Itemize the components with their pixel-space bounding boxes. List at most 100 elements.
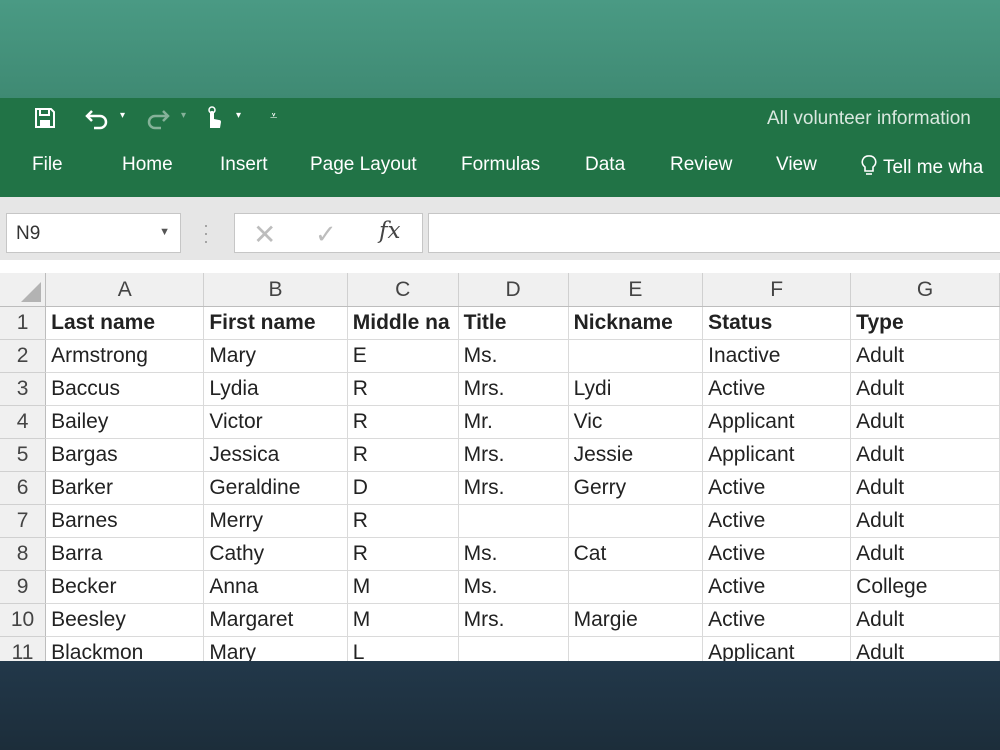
cell[interactable]: R [347,537,459,571]
cell[interactable]: Ms. [458,339,569,373]
cell[interactable]: Applicant [702,636,852,661]
cell[interactable]: Last name [45,306,205,340]
cell[interactable] [568,636,704,661]
redo-icon[interactable] [145,106,171,135]
cell[interactable]: Barker [45,471,205,505]
cell[interactable]: Nickname [568,306,704,340]
touch-mode-icon[interactable] [202,106,224,135]
touch-mode-dropdown-icon[interactable]: ▾ [236,110,241,121]
cell[interactable]: Blackmon [45,636,205,661]
cell[interactable]: Mary [203,339,348,373]
cell[interactable]: College [850,570,1000,604]
cell[interactable]: Geraldine [203,471,348,505]
cell[interactable]: Cat [568,537,704,571]
cell[interactable]: Status [702,306,852,340]
row-header[interactable]: 8 [0,537,47,571]
cell[interactable]: Adult [850,471,1000,505]
cell[interactable]: Mrs. [458,438,569,472]
cell[interactable]: Jessica [203,438,348,472]
tab-view[interactable]: View [776,154,817,176]
cell[interactable]: M [347,570,459,604]
column-header-e[interactable]: E [568,273,704,307]
row-header[interactable]: 9 [0,570,47,604]
cell[interactable]: Inactive [702,339,852,373]
formula-bar-grip-icon[interactable]: · · · [203,216,209,250]
cell[interactable]: Active [702,537,852,571]
row-header[interactable]: 1 [0,306,47,340]
cell[interactable]: Margaret [203,603,348,637]
cell[interactable]: Mary [203,636,348,661]
column-header-f[interactable]: F [702,273,852,307]
cell[interactable]: Middle na [347,306,459,340]
row-header[interactable]: 5 [0,438,47,472]
tab-insert[interactable]: Insert [220,154,268,176]
cell[interactable]: Gerry [568,471,704,505]
row-header[interactable]: 2 [0,339,47,373]
cell[interactable]: Adult [850,537,1000,571]
row-header[interactable]: 7 [0,504,47,538]
cell[interactable]: R [347,405,459,439]
cell[interactable]: Ms. [458,537,569,571]
cell[interactable]: Active [702,504,852,538]
cell[interactable] [568,570,704,604]
cancel-icon[interactable]: ✕ [253,218,276,251]
enter-icon[interactable]: ✓ [315,219,337,250]
formula-input[interactable] [428,213,1000,253]
row-header[interactable]: 11 [0,636,47,661]
tab-review[interactable]: Review [670,154,732,176]
select-all-button[interactable] [0,273,47,307]
insert-function-icon[interactable]: fx [379,218,400,244]
save-icon[interactable] [33,106,57,135]
cell[interactable]: Lydia [203,372,348,406]
cell[interactable]: Active [702,603,852,637]
cell[interactable] [568,504,704,538]
cell[interactable]: Type [850,306,1000,340]
cell[interactable]: Anna [203,570,348,604]
chevron-down-icon[interactable]: ▼ [159,226,170,238]
cell[interactable]: Lydi [568,372,704,406]
tab-data[interactable]: Data [585,154,625,176]
cell[interactable]: Barra [45,537,205,571]
cell[interactable] [568,339,704,373]
cell[interactable]: Barnes [45,504,205,538]
cell[interactable]: E [347,339,459,373]
cell[interactable]: L [347,636,459,661]
cell[interactable] [458,504,569,538]
cell[interactable]: Adult [850,372,1000,406]
cell[interactable]: Adult [850,603,1000,637]
cell[interactable]: Active [702,471,852,505]
cell[interactable]: Mrs. [458,372,569,406]
cell[interactable]: Adult [850,636,1000,661]
cell[interactable]: Armstrong [45,339,205,373]
cell[interactable]: Ms. [458,570,569,604]
cell[interactable]: Jessie [568,438,704,472]
cell[interactable]: Mrs. [458,471,569,505]
cell[interactable]: Cathy [203,537,348,571]
column-header-c[interactable]: C [347,273,459,307]
cell[interactable]: Mr. [458,405,569,439]
tell-me-box[interactable]: Tell me wha [860,154,983,179]
cell[interactable]: Adult [850,339,1000,373]
tab-formulas[interactable]: Formulas [461,154,540,176]
cell[interactable]: Active [702,570,852,604]
cell[interactable]: Bargas [45,438,205,472]
cell[interactable]: R [347,504,459,538]
cell[interactable]: Becker [45,570,205,604]
cell[interactable]: Active [702,372,852,406]
cell[interactable]: D [347,471,459,505]
redo-dropdown-icon[interactable]: ▾ [181,110,186,121]
column-header-a[interactable]: A [45,273,205,307]
cell[interactable]: Applicant [702,438,852,472]
column-header-g[interactable]: G [850,273,1000,307]
cell[interactable] [458,636,569,661]
undo-icon[interactable] [84,106,110,135]
cell[interactable]: Adult [850,504,1000,538]
tab-file[interactable]: File [32,154,63,176]
cell[interactable]: R [347,372,459,406]
column-header-b[interactable]: B [203,273,348,307]
cell[interactable]: M [347,603,459,637]
cell[interactable]: Adult [850,438,1000,472]
cell[interactable]: Merry [203,504,348,538]
cell[interactable]: Margie [568,603,704,637]
cell[interactable]: First name [203,306,348,340]
